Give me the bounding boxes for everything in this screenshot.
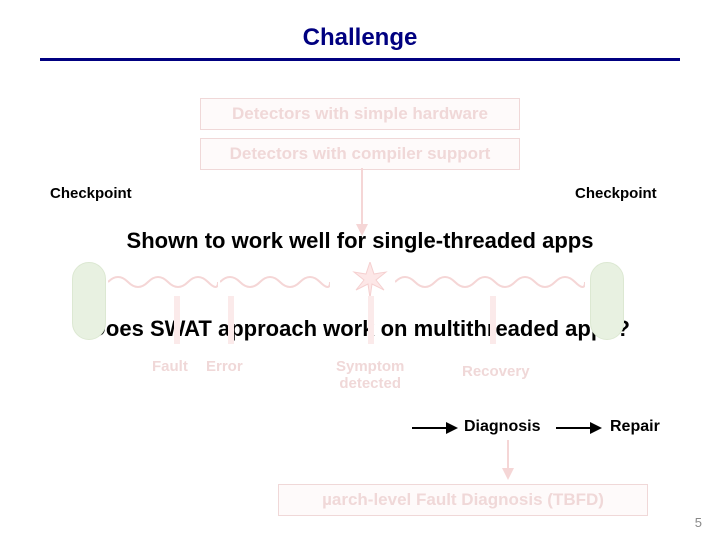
- wavy-segment-3: [395, 272, 585, 292]
- arrow-to-diagnosis: [412, 416, 458, 440]
- marker-error: [228, 296, 234, 344]
- detectors-compiler-box: Detectors with compiler support: [200, 138, 520, 170]
- label-error: Error: [206, 358, 243, 375]
- title-underline: [40, 58, 680, 61]
- slide-number: 5: [695, 515, 702, 530]
- wavy-segment-1: [108, 272, 218, 292]
- uarch-diagnosis-box: µarch-level Fault Diagnosis (TBFD): [278, 484, 648, 516]
- marker-fault: [174, 296, 180, 344]
- checkpoint-left-label: Checkpoint: [50, 185, 132, 202]
- label-repair: Repair: [610, 418, 660, 436]
- checkpoint-pill-right: [590, 262, 624, 340]
- fault-burst-icon: [352, 262, 388, 298]
- label-fault: Fault: [152, 358, 188, 375]
- arrow-to-repair: [556, 416, 602, 440]
- checkpoint-pill-left: [72, 262, 106, 340]
- wavy-segment-2: [220, 272, 330, 292]
- checkpoint-right-label: Checkpoint: [575, 185, 657, 202]
- marker-symptom: [368, 296, 374, 344]
- label-diagnosis: Diagnosis: [464, 418, 540, 436]
- label-recovery: Recovery: [462, 363, 530, 380]
- arrow-down-to-uarch: [498, 440, 518, 480]
- slide-title: Challenge: [0, 0, 720, 58]
- detectors-hardware-box: Detectors with simple hardware: [200, 98, 520, 130]
- statement-single-threaded: Shown to work well for single-threaded a…: [0, 228, 720, 254]
- marker-recovery: [490, 296, 496, 344]
- label-symptom: Symptom detected: [336, 358, 404, 393]
